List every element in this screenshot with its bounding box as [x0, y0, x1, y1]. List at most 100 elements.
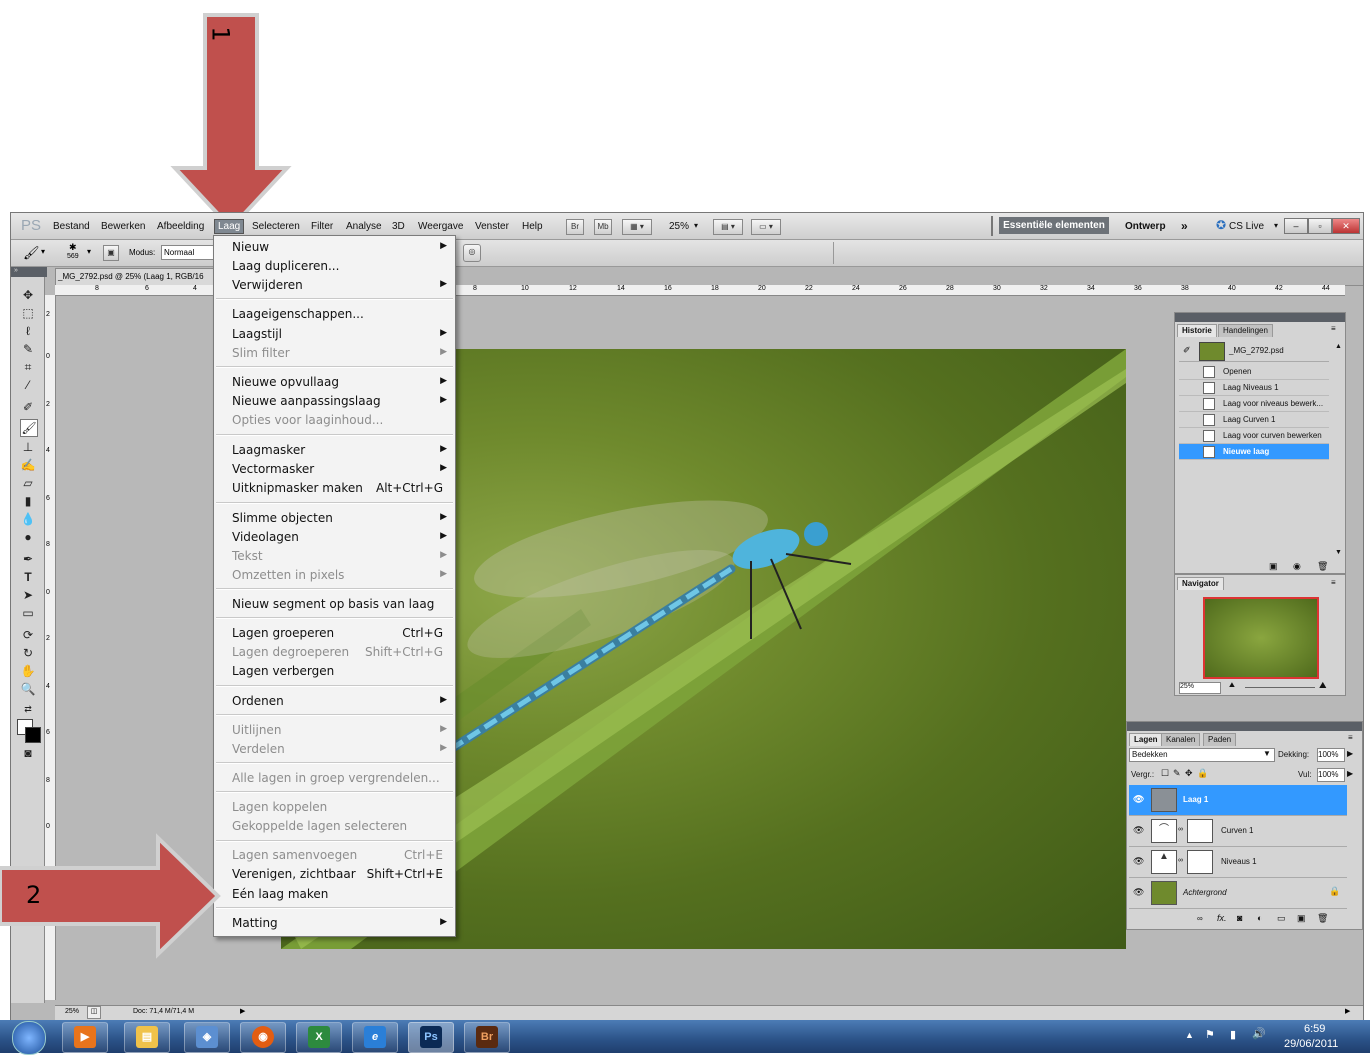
dodge-tool-icon[interactable]: ● [20, 529, 36, 545]
zoom-out-icon[interactable]: ⛰ [1229, 682, 1235, 690]
scroll-right-icon[interactable]: ▶ [1345, 1007, 1350, 1015]
move-tool-icon[interactable]: ✥ [20, 287, 36, 303]
menu-item-laagstijl[interactable]: Laagstijl ▶ [232, 325, 449, 344]
new-layer-icon[interactable]: ▣ [1297, 913, 1306, 924]
menu-item-nieuw-segment[interactable]: Nieuw segment op basis van laag [232, 595, 449, 614]
menu-item-slimme-objecten[interactable]: Slimme objecten ▶ [232, 509, 449, 528]
3d-orbit-tool-icon[interactable]: ↻ [20, 645, 36, 661]
document-tab[interactable]: _MG_2792.psd @ 25% (Laag 1, RGB/16 [55, 268, 229, 286]
zoom-in-icon[interactable]: ⛰ [1319, 680, 1327, 691]
show-hidden-icons[interactable]: ▲ [1185, 1030, 1194, 1040]
blend-dropdown-icon[interactable]: ▼ [1263, 749, 1271, 758]
menu-weergave[interactable]: Weergave [418, 221, 463, 232]
crop-tool-icon[interactable]: ⌗ [20, 359, 36, 375]
history-item[interactable]: Openen [1179, 364, 1329, 380]
menu-item-nieuwe-opvullaag[interactable]: Nieuwe opvullaag ▶ [232, 373, 449, 392]
signal-icon[interactable]: ▮ [1230, 1028, 1236, 1041]
menu-venster[interactable]: Venster [475, 221, 509, 232]
menu-item-laag-dupliceren[interactable]: Laag dupliceren... [232, 257, 449, 276]
scroll-up-icon[interactable]: ▲ [1335, 343, 1342, 350]
tab-navigator[interactable]: Navigator [1177, 577, 1224, 590]
navigator-zoom-field[interactable]: 25% [1179, 682, 1221, 694]
lock-transparency-icon[interactable]: ☐ [1161, 768, 1169, 779]
minibridge-button[interactable]: Mb [594, 219, 612, 235]
history-item-selected[interactable]: Nieuwe laag [1179, 444, 1329, 460]
fill-arrow-icon[interactable]: ▶ [1347, 769, 1353, 778]
layer-row[interactable]: 👁 ⌒ ∞ Curven 1 [1129, 816, 1347, 847]
zoom-dropdown-icon[interactable]: ▾ [694, 221, 698, 230]
brush-dropdown-icon[interactable]: ▾ [87, 247, 91, 256]
tab-paden[interactable]: Paden [1203, 733, 1237, 746]
new-snapshot-icon[interactable]: ◉ [1293, 561, 1301, 572]
layer-row[interactable]: 👁 Achtergrond 🔒 [1129, 878, 1347, 909]
workspace-more-button[interactable]: » [1181, 219, 1188, 233]
lock-pixels-icon[interactable]: ✎ [1173, 768, 1181, 779]
menu-laag[interactable]: Laag [214, 219, 245, 234]
menu-item-lagen-verbergen[interactable]: Lagen verbergen [232, 662, 449, 681]
delete-layer-icon[interactable]: 🗑 [1317, 913, 1328, 924]
menu-filter[interactable]: Filter [311, 221, 333, 232]
tab-handelingen[interactable]: Handelingen [1218, 324, 1273, 337]
network-flag-icon[interactable]: ⚑ [1205, 1028, 1215, 1041]
maximize-button[interactable]: ▫ [1308, 218, 1332, 234]
arrange-documents-button[interactable]: ▤ ▾ [713, 219, 743, 235]
menu-item-nieuw[interactable]: Nieuw ▶ [232, 238, 449, 257]
menu-item-lagen-groeperen[interactable]: Lagen groeperen Ctrl+G [232, 624, 449, 643]
scroll-down-icon[interactable]: ▼ [1335, 549, 1342, 556]
status-zoom[interactable]: 25% [65, 1008, 79, 1015]
new-adjustment-icon[interactable]: ◐ [1257, 913, 1262, 923]
taskbar-photoshop[interactable]: Ps [408, 1022, 454, 1053]
zoom-tool-icon[interactable]: 🔍 [20, 681, 36, 697]
layer-styles-icon[interactable]: fx. [1217, 913, 1227, 923]
menu-item-uitknipmasker[interactable]: Uitknipmasker maken Alt+Ctrl+G [232, 479, 449, 498]
zoom-select[interactable]: 25% [669, 221, 689, 232]
path-selection-tool-icon[interactable]: ➤ [20, 587, 36, 603]
menu-selecteren[interactable]: Selecteren [252, 221, 300, 232]
menu-item-verenigen-zichtbaar[interactable]: Verenigen, zichtbaar Shift+Ctrl+E [232, 865, 449, 884]
eraser-tool-icon[interactable]: ▱ [20, 475, 36, 491]
start-button-icon[interactable] [12, 1021, 46, 1055]
taskbar-app[interactable]: ◈ [184, 1022, 230, 1053]
tool-preset-dropdown-icon[interactable]: ▾ [41, 247, 45, 256]
history-item[interactable]: Laag voor curven bewerken [1179, 428, 1329, 444]
lasso-tool-icon[interactable]: ℓ [20, 323, 36, 339]
gradient-tool-icon[interactable]: ▮ [20, 493, 36, 509]
panel-menu-icon[interactable]: ≡ [1348, 733, 1353, 742]
menu-item-vectormasker[interactable]: Vectormasker ▶ [232, 460, 449, 479]
clone-stamp-tool-icon[interactable]: ⊥ [20, 439, 36, 455]
tab-kanalen[interactable]: Kanalen [1161, 733, 1201, 746]
menu-3d[interactable]: 3D [392, 221, 405, 232]
history-item[interactable]: Laag Curven 1 [1179, 412, 1329, 428]
link-layers-icon[interactable]: ∞ [1197, 914, 1203, 923]
workspace-essentials-button[interactable]: Essentiële elementen [999, 217, 1109, 234]
brush-tool-icon[interactable]: 🖌 [23, 245, 40, 261]
menu-item-verwijderen[interactable]: Verwijderen ▶ [232, 276, 449, 295]
opacity-field[interactable]: 100% [1317, 748, 1345, 762]
brush-tool-active-icon[interactable]: 🖌 [20, 419, 38, 437]
menu-bestand[interactable]: Bestand [53, 221, 90, 232]
history-item[interactable]: Laag voor niveaus bewerk... [1179, 396, 1329, 412]
close-button[interactable]: ✕ [1332, 218, 1360, 234]
menu-item-nieuwe-aanpassingslaag[interactable]: Nieuwe aanpassingslaag ▶ [232, 392, 449, 411]
add-mask-icon[interactable]: ◙ [1237, 913, 1242, 923]
blend-mode-select[interactable]: Bedekken [1129, 748, 1275, 762]
menu-item-laagmasker[interactable]: Laagmasker ▶ [232, 441, 449, 460]
menu-afbeelding[interactable]: Afbeelding [157, 221, 204, 232]
3d-rotate-tool-icon[interactable]: ⟳ [20, 627, 36, 643]
status-info-icon[interactable]: ◫ [87, 1006, 101, 1019]
screen-mode-button[interactable]: ▭ ▾ [751, 219, 781, 235]
lock-position-icon[interactable]: ✥ [1185, 768, 1193, 779]
history-snapshot[interactable]: ✐ _MG_2792.psd [1179, 341, 1329, 362]
workspace-design-button[interactable]: Ontwerp [1125, 221, 1166, 232]
taskbar-excel[interactable]: X [296, 1022, 342, 1053]
pen-tool-icon[interactable]: ✒ [20, 551, 36, 567]
clock-time[interactable]: 6:59 [1304, 1023, 1325, 1035]
history-brush-source-icon[interactable]: ✐ [1183, 345, 1191, 356]
shape-tool-icon[interactable]: ▭ [20, 605, 36, 621]
tablet-pressure-icon[interactable]: ◎ [463, 244, 481, 262]
taskbar-bridge[interactable]: Br [464, 1022, 510, 1053]
navigator-preview[interactable] [1203, 597, 1319, 679]
type-tool-icon[interactable]: T [20, 569, 36, 585]
taskbar-explorer[interactable]: ▤ [124, 1022, 170, 1053]
new-document-from-state-icon[interactable]: ▣ [1269, 561, 1278, 572]
